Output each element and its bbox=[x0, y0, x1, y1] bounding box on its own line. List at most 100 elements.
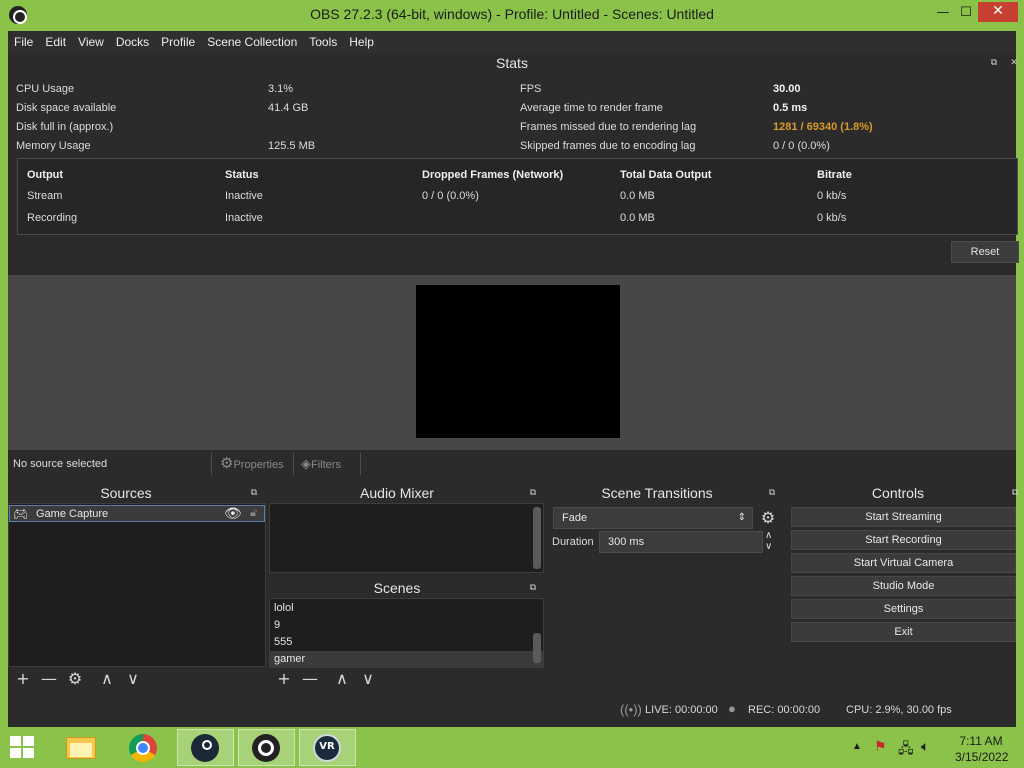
move-down-icon[interactable]: ∨ bbox=[359, 671, 377, 687]
clock[interactable]: 7:11 AM 3/15/2022 bbox=[955, 733, 1009, 768]
sources-list[interactable]: 🎮︎ Game Capture 👁︎ 🔓︎ bbox=[8, 503, 266, 667]
spin-icon: ⇕ bbox=[737, 512, 746, 523]
reset-button[interactable]: Reset bbox=[951, 241, 1019, 263]
gear-icon[interactable]: ⚙ bbox=[66, 671, 84, 687]
move-down-icon[interactable]: ∨ bbox=[124, 671, 142, 687]
eye-icon[interactable]: 👁︎ bbox=[224, 505, 242, 522]
no-source-label: No source selected bbox=[13, 458, 108, 470]
controls-title: Controls bbox=[871, 485, 925, 501]
source-name: Game Capture bbox=[36, 508, 109, 520]
exit-button[interactable]: Exit bbox=[791, 622, 1016, 642]
rec-status: REC: 00:00:00 bbox=[748, 704, 821, 716]
float-icon[interactable]: ⧉ bbox=[989, 58, 999, 68]
scenes-title: Scenes bbox=[373, 580, 421, 596]
add-icon[interactable]: + bbox=[14, 671, 32, 687]
menu-help[interactable]: Help bbox=[343, 31, 380, 53]
start-streaming-button[interactable]: Start Streaming bbox=[791, 507, 1016, 527]
broadcast-icon: ((•)) bbox=[620, 702, 642, 717]
record-dot-icon: ● bbox=[728, 701, 736, 716]
float-icon[interactable]: ⧉ bbox=[528, 488, 538, 498]
windows-start-icon[interactable] bbox=[10, 736, 36, 760]
settings-button[interactable]: Settings bbox=[791, 599, 1016, 619]
audio-mixer-panel[interactable] bbox=[269, 503, 544, 573]
live-status: LIVE: 00:00:00 bbox=[645, 704, 718, 716]
table-cell: Inactive bbox=[225, 212, 263, 224]
status-bar: ((•)) LIVE: 00:00:00 ● REC: 00:00:00 CPU… bbox=[8, 695, 1016, 727]
audio-mixer-title: Audio Mixer bbox=[360, 485, 434, 501]
float-icon[interactable]: ⧉ bbox=[249, 488, 259, 498]
clock-time: 7:11 AM bbox=[959, 734, 1003, 748]
chrome-icon[interactable] bbox=[115, 729, 172, 766]
file-explorer-icon[interactable] bbox=[52, 729, 109, 766]
obs-icon[interactable] bbox=[238, 729, 295, 766]
gamepad-icon: 🎮︎ bbox=[13, 507, 29, 521]
close-icon[interactable]: ✕ bbox=[1009, 58, 1019, 68]
action-center-icon[interactable]: ⚑ bbox=[874, 738, 887, 768]
stat-label: Disk full in (approx.) bbox=[16, 121, 114, 133]
studio-mode-button[interactable]: Studio Mode bbox=[791, 576, 1016, 596]
vr-icon[interactable]: VR bbox=[299, 729, 356, 766]
table-header: Dropped Frames (Network) bbox=[422, 169, 564, 181]
remove-icon[interactable]: — bbox=[40, 671, 58, 687]
start-virtual-camera-button[interactable]: Start Virtual Camera bbox=[791, 553, 1016, 573]
menu-bar: File Edit View Docks Profile Scene Collection… bbox=[8, 31, 1016, 53]
list-item[interactable]: 🎮︎ Game Capture 👁︎ 🔓︎ bbox=[9, 505, 265, 522]
table-cell: Stream bbox=[27, 190, 63, 202]
list-item[interactable]: 9 bbox=[270, 617, 543, 634]
menu-view[interactable]: View bbox=[72, 31, 110, 53]
stepper-icon[interactable]: ∧ ∨ bbox=[765, 530, 772, 552]
properties-button[interactable]: ⚙Properties bbox=[220, 454, 284, 474]
menu-edit[interactable]: Edit bbox=[39, 31, 72, 53]
stat-label: Memory Usage bbox=[16, 140, 91, 152]
move-up-icon[interactable]: ∧ bbox=[98, 671, 116, 687]
menu-profile[interactable]: Profile bbox=[155, 31, 201, 53]
scrollbar[interactable] bbox=[533, 633, 541, 663]
table-cell: 0 kb/s bbox=[817, 190, 847, 202]
preview-area[interactable] bbox=[8, 275, 1016, 450]
scenes-list[interactable]: lolol 9 555 gamer bbox=[269, 598, 544, 668]
table-cell: 0 / 0 (0.0%) bbox=[422, 190, 479, 202]
table-header: Bitrate bbox=[817, 169, 852, 181]
menu-tools[interactable]: Tools bbox=[303, 31, 343, 53]
maximize-button[interactable]: ☐ bbox=[955, 4, 977, 24]
preview-canvas[interactable] bbox=[416, 285, 620, 438]
menu-docks[interactable]: Docks bbox=[110, 31, 155, 53]
list-item[interactable]: gamer bbox=[270, 651, 543, 668]
stat-value: 41.4 GB bbox=[268, 102, 309, 114]
lock-icon[interactable]: 🔓︎ bbox=[250, 505, 257, 522]
stat-label: CPU Usage bbox=[16, 83, 75, 95]
stats-title: Stats bbox=[496, 55, 528, 71]
stat-label: Frames missed due to rendering lag bbox=[520, 121, 697, 133]
move-up-icon[interactable]: ∧ bbox=[333, 671, 351, 687]
duration-input[interactable]: 300 ms bbox=[599, 531, 763, 553]
list-item[interactable]: 555 bbox=[270, 634, 543, 651]
start-recording-button[interactable]: Start Recording bbox=[791, 530, 1016, 550]
list-item[interactable]: lolol bbox=[270, 600, 543, 617]
transition-select[interactable]: Fade ⇕ bbox=[553, 507, 753, 529]
add-icon[interactable]: + bbox=[275, 671, 293, 687]
volume-icon[interactable]: 🔈︎ bbox=[921, 738, 929, 768]
tray-expand-icon[interactable]: ▲ bbox=[852, 741, 862, 768]
float-icon[interactable]: ⧉ bbox=[1010, 488, 1020, 498]
clock-date: 3/15/2022 bbox=[955, 750, 1009, 764]
steam-icon[interactable] bbox=[177, 729, 234, 766]
network-icon[interactable]: 🖧︎ bbox=[898, 738, 914, 768]
menu-file[interactable]: File bbox=[8, 31, 39, 53]
filter-icon: ◈ bbox=[301, 456, 311, 471]
taskbar: VR ▲ ⚑ 🖧︎ 🔈︎ 7:11 AM 3/15/2022 bbox=[0, 727, 1024, 768]
gear-icon[interactable]: ⚙ bbox=[759, 510, 777, 526]
toolbar-separator bbox=[211, 453, 212, 475]
float-icon[interactable]: ⧉ bbox=[767, 488, 777, 498]
remove-icon[interactable]: — bbox=[301, 671, 319, 687]
menu-scene-collection[interactable]: Scene Collection bbox=[201, 31, 303, 53]
close-button[interactable]: ✕ bbox=[978, 2, 1018, 22]
source-toolbar: No source selected ⚙Properties ◈Filters bbox=[8, 450, 1016, 478]
minimize-button[interactable]: — bbox=[932, 4, 954, 24]
stat-label: Disk space available bbox=[16, 102, 117, 114]
stats-dock: Stats ⧉ ✕ CPU Usage 3.1% Disk space avai… bbox=[8, 53, 1019, 275]
window-frame-left bbox=[0, 31, 8, 727]
float-icon[interactable]: ⧉ bbox=[528, 583, 538, 593]
scrollbar[interactable] bbox=[533, 507, 541, 569]
filters-button[interactable]: ◈Filters bbox=[301, 454, 341, 474]
output-table: Output Status Dropped Frames (Network) T… bbox=[17, 158, 1018, 235]
